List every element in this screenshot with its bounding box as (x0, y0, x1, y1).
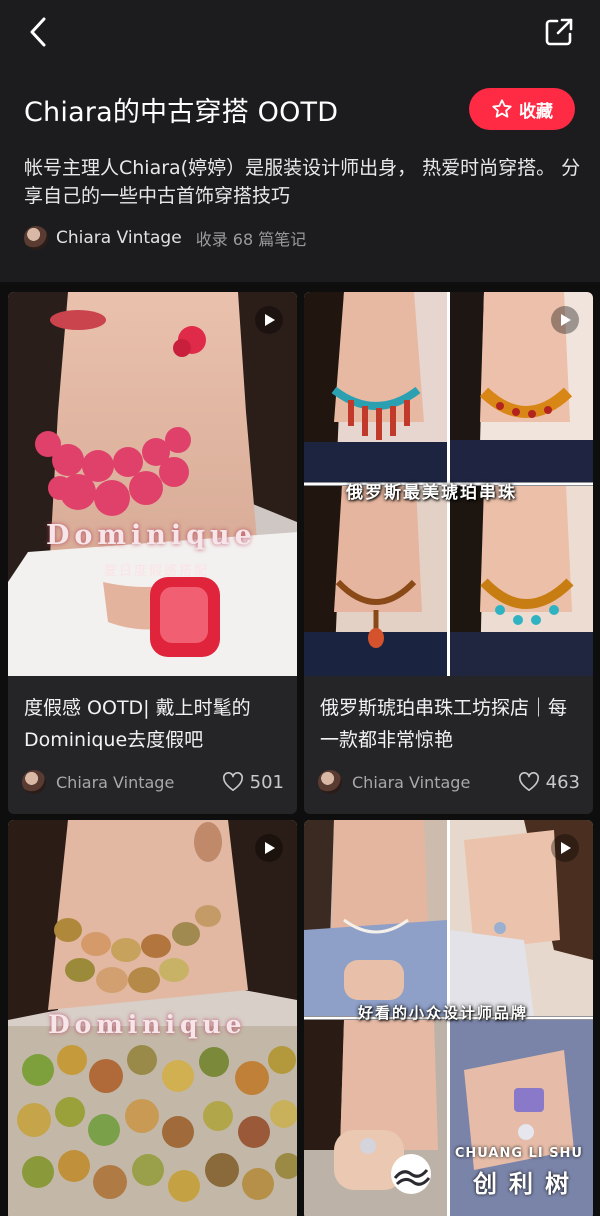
like-count: 501 (249, 771, 284, 793)
collection-description: 帐号主理人Chiara(婷婷）是服装设计师出身， 热爱时尚穿搭。 分享自己的一些… (24, 157, 581, 207)
thumbnail-image (8, 292, 297, 676)
favorite-label: 收藏 (519, 101, 553, 122)
note-title[interactable]: 俄罗斯琥珀串珠工坊探店｜每一款都非常惊艳 (320, 692, 582, 756)
collection-author[interactable]: Chiara Vintage 收录 68 篇笔记 (24, 223, 306, 253)
thumbnail-overlay-title: Dominique (48, 1010, 247, 1039)
like-button[interactable]: 501 (222, 772, 284, 793)
chevron-left-icon (30, 17, 46, 47)
play-icon (255, 306, 283, 334)
watermark-text-cn: 创利树 (473, 1170, 581, 1198)
note-thumbnail[interactable]: Dominique 夏日度假感搭配 (8, 292, 297, 676)
avatar (318, 770, 342, 794)
avatar (22, 770, 46, 794)
note-author[interactable]: Chiara Vintage (56, 773, 222, 792)
star-icon (492, 99, 512, 118)
note-card[interactable]: Dominique (8, 820, 297, 1216)
watermark: CHUANG LI SHU 创利树 (387, 1146, 587, 1202)
watermark-text-en: CHUANG LI SHU (454, 1146, 583, 1161)
heart-icon (518, 772, 539, 791)
thumbnail-overlay-title: Dominique (46, 520, 257, 551)
thumbnail-overlay-title: 好看的小众设计师品牌 (358, 1004, 529, 1022)
note-thumbnail[interactable]: 好看的小众设计师品牌 CHUANG LI SHU 创利树 (304, 820, 593, 1216)
like-button[interactable]: 463 (518, 772, 580, 793)
note-card[interactable]: 俄罗斯最美琥珀串珠 俄罗斯琥珀串珠工坊探店｜每一款都非常惊艳 Chiara Vi… (304, 292, 593, 814)
page-title: Chiara的中古穿搭 OOTD (24, 97, 339, 128)
thumbnail-overlay-title: 俄罗斯最美琥珀串珠 (346, 483, 517, 503)
note-title[interactable]: 度假感 OOTD| 戴上时髦的Dominique去度假吧 (24, 692, 286, 756)
share-icon (545, 18, 573, 46)
back-button[interactable] (20, 12, 56, 52)
note-thumbnail[interactable]: Dominique (8, 820, 297, 1216)
play-icon (255, 834, 283, 862)
avatar (24, 226, 48, 250)
play-icon (551, 306, 579, 334)
like-count: 463 (545, 771, 580, 793)
favorite-button[interactable]: 收藏 (469, 88, 575, 130)
note-count: 收录 68 篇笔记 (195, 230, 307, 249)
thumbnail-overlay-subtitle: 夏日度假感搭配 (104, 564, 210, 579)
play-icon (551, 834, 579, 862)
top-bar (0, 0, 600, 64)
note-author[interactable]: Chiara Vintage (352, 773, 518, 792)
author-name: Chiara Vintage (56, 228, 182, 248)
note-meta: Chiara Vintage 463 (318, 768, 580, 796)
note-card[interactable]: 好看的小众设计师品牌 CHUANG LI SHU 创利树 (304, 820, 593, 1216)
note-card[interactable]: Dominique 夏日度假感搭配 度假感 OOTD| 戴上时髦的Dominiq… (8, 292, 297, 814)
note-meta: Chiara Vintage 501 (22, 768, 284, 796)
watermark-logo (391, 1154, 431, 1194)
note-thumbnail[interactable]: 俄罗斯最美琥珀串珠 (304, 292, 593, 676)
notes-feed: Dominique 夏日度假感搭配 度假感 OOTD| 戴上时髦的Dominiq… (0, 282, 600, 1216)
collection-header: Chiara的中古穿搭 OOTD 收藏 帐号主理人Chiara(婷婷）是服装设计… (0, 64, 600, 274)
share-button[interactable] (540, 12, 578, 52)
heart-icon (222, 772, 243, 791)
